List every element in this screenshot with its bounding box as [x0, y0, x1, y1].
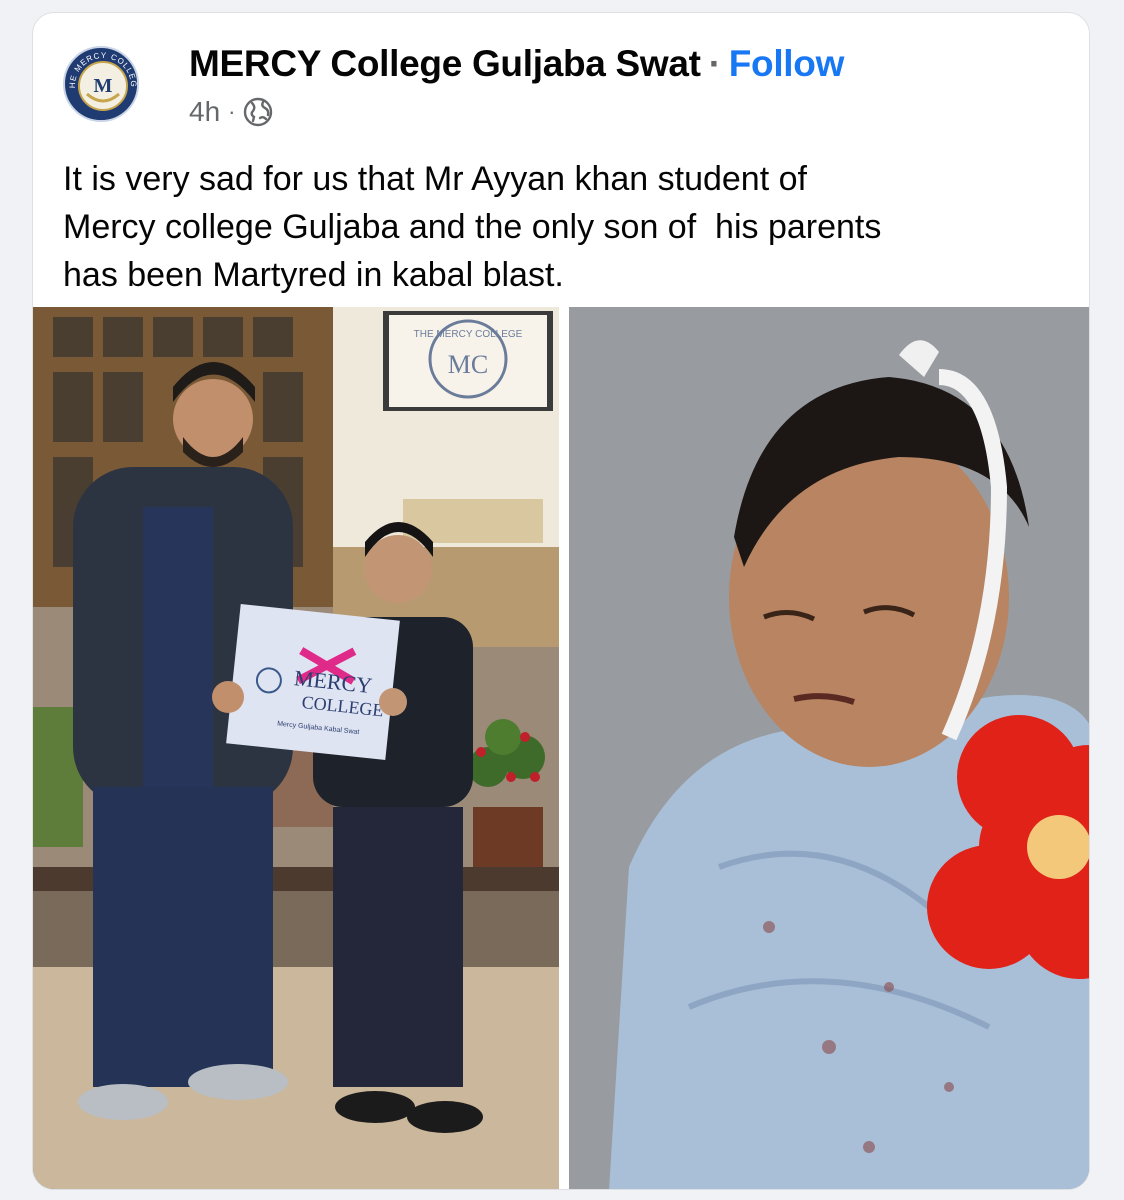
avatar[interactable]: THE MERCY COLLEGE M	[63, 46, 139, 122]
name-separator: ·	[708, 43, 721, 84]
post-timestamp[interactable]: 4h	[189, 96, 220, 128]
post-card: THE MERCY COLLEGE M MERCY College Guljab…	[32, 12, 1090, 1190]
meta-separator: ·	[228, 99, 236, 124]
photo-certificate-ceremony[interactable]: THE MERCY COLLEGE MC MERCY COLLEGE Mercy…	[33, 307, 559, 1189]
post-meta: 4h ·	[189, 95, 273, 129]
college-logo-icon: THE MERCY COLLEGE M	[65, 48, 137, 120]
post-text-line: has been Martyred in kabal blast.	[63, 256, 564, 294]
post-text: It is very sad for us that Mr Ayyan khan…	[63, 155, 1063, 299]
page-name-line: MERCY College Guljaba Swat · Follow	[189, 43, 844, 85]
photo-student[interactable]	[569, 307, 1089, 1189]
globe-icon[interactable]	[243, 97, 273, 127]
page-name-link[interactable]: MERCY College Guljaba Swat	[189, 43, 701, 84]
wall-sign-ring-text: THE MERCY COLLEGE	[414, 329, 523, 340]
post-header: THE MERCY COLLEGE M MERCY College Guljab…	[63, 43, 1063, 133]
avatar-monogram: M	[94, 75, 113, 97]
post-text-line: It is very sad for us that Mr Ayyan khan…	[63, 160, 807, 198]
wall-sign-monogram: MC	[448, 350, 488, 379]
post-text-line: Mercy college Guljaba and the only son o…	[63, 208, 882, 246]
follow-button[interactable]: Follow	[729, 43, 845, 84]
